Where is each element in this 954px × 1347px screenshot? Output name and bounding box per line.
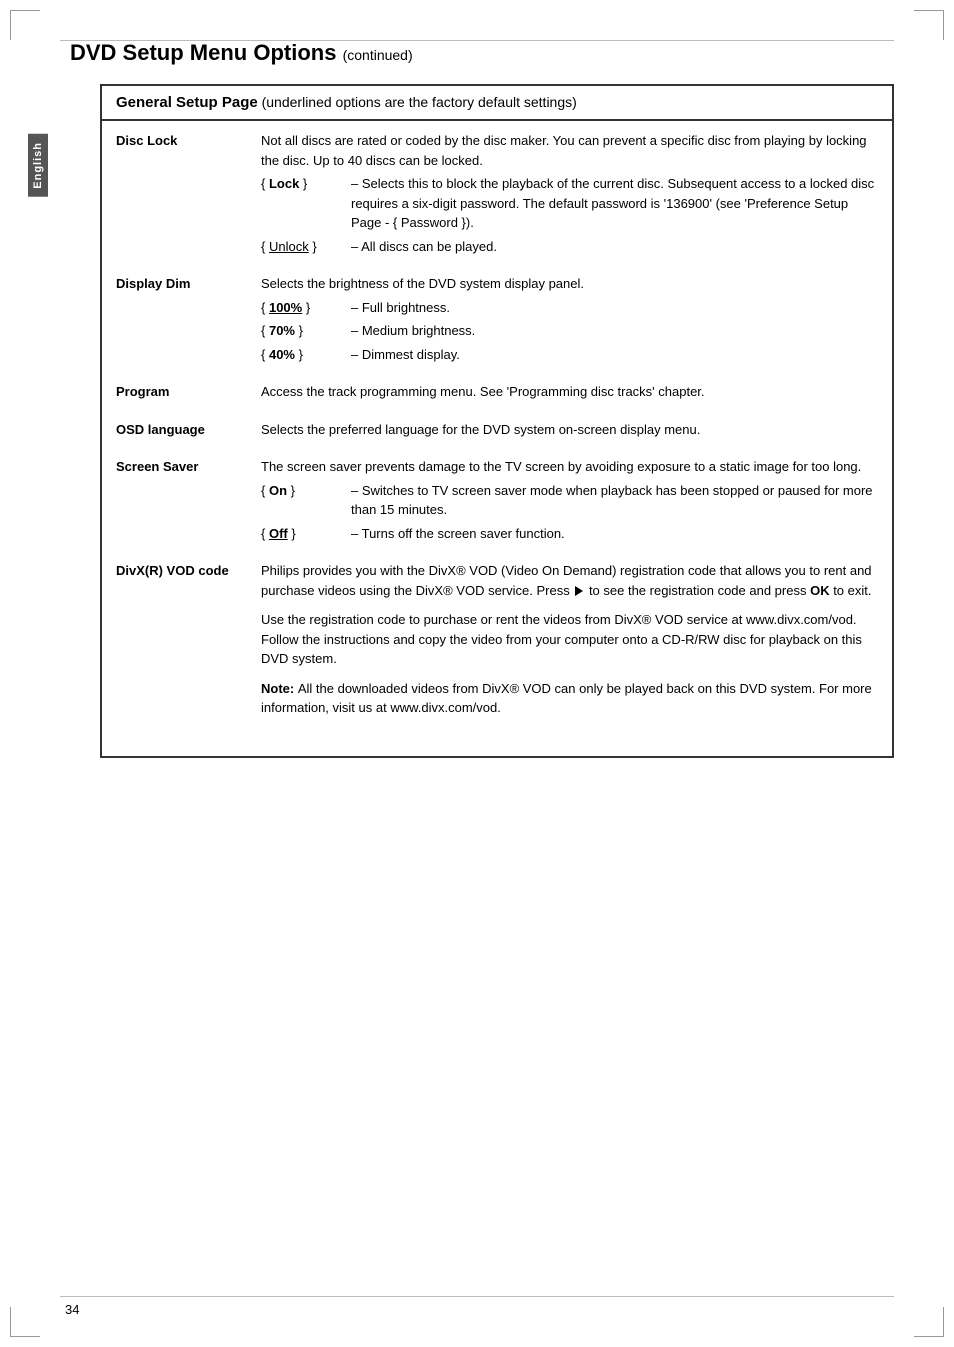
corner-mark-tl	[10, 10, 40, 40]
page-title-text: DVD Setup Menu Options	[70, 40, 336, 65]
divx-note: Note: All the downloaded videos from Div…	[261, 679, 878, 718]
divx-vod-label: DivX(R) VOD code	[116, 561, 261, 718]
divx-para-1: Philips provides you with the DivX® VOD …	[261, 561, 878, 600]
main-content: English General Setup Page (underlined o…	[70, 84, 894, 758]
section-header-title: General Setup Page	[116, 94, 258, 111]
page-container: DVD Setup Menu Options (continued) Engli…	[0, 0, 954, 1347]
program-label: Program	[116, 382, 261, 402]
section-header: General Setup Page (underlined options a…	[102, 86, 892, 121]
display-dim-description: Selects the brightness of the DVD system…	[261, 274, 878, 364]
screen-saver-option-off: { Off } – Turns off the screen saver fun…	[261, 524, 878, 544]
corner-mark-bl	[10, 1307, 40, 1337]
page-number: 34	[65, 1302, 79, 1317]
setting-row-osd-language: OSD language Selects the preferred langu…	[116, 420, 878, 440]
setting-row-disc-lock: Disc Lock Not all discs are rated or cod…	[116, 131, 878, 256]
page-title-continued: (continued)	[343, 47, 413, 63]
corner-mark-tr	[914, 10, 944, 40]
divx-para-2: Use the registration code to purchase or…	[261, 610, 878, 669]
display-dim-option-70: { 70% } – Medium brightness.	[261, 321, 878, 341]
bottom-border-line	[60, 1296, 894, 1297]
top-border-line	[60, 40, 894, 41]
content-body: Disc Lock Not all discs are rated or cod…	[102, 121, 892, 756]
disc-lock-label: Disc Lock	[116, 131, 261, 256]
screen-saver-label: Screen Saver	[116, 457, 261, 543]
setting-row-screen-saver: Screen Saver The screen saver prevents d…	[116, 457, 878, 543]
sidebar-language-label: English	[28, 134, 48, 197]
divx-vod-description: Philips provides you with the DivX® VOD …	[261, 561, 878, 718]
disc-lock-option-lock: { Lock } – Selects this to block the pla…	[261, 174, 878, 233]
setting-row-display-dim: Display Dim Selects the brightness of th…	[116, 274, 878, 364]
disc-lock-description: Not all discs are rated or coded by the …	[261, 131, 878, 256]
unlock-text: Unlock	[269, 239, 309, 254]
content-box: General Setup Page (underlined options a…	[100, 84, 894, 758]
screen-saver-option-on: { On } – Switches to TV screen saver mod…	[261, 481, 878, 520]
play-icon	[575, 586, 583, 596]
screen-saver-description: The screen saver prevents damage to the …	[261, 457, 878, 543]
setting-row-divx-vod: DivX(R) VOD code Philips provides you wi…	[116, 561, 878, 718]
osd-language-description: Selects the preferred language for the D…	[261, 420, 878, 440]
display-dim-option-40: { 40% } – Dimmest display.	[261, 345, 878, 365]
display-dim-option-100: { 100% } – Full brightness.	[261, 298, 878, 318]
setting-row-program: Program Access the track programming men…	[116, 382, 878, 402]
page-title: DVD Setup Menu Options (continued)	[70, 40, 894, 66]
note-label: Note:	[261, 681, 298, 696]
display-dim-label: Display Dim	[116, 274, 261, 364]
osd-language-label: OSD language	[116, 420, 261, 440]
corner-mark-br	[914, 1307, 944, 1337]
section-header-note: (underlined options are the factory defa…	[262, 94, 577, 110]
disc-lock-option-unlock: { Unlock } – All discs can be played.	[261, 237, 878, 257]
program-description: Access the track programming menu. See '…	[261, 382, 878, 402]
